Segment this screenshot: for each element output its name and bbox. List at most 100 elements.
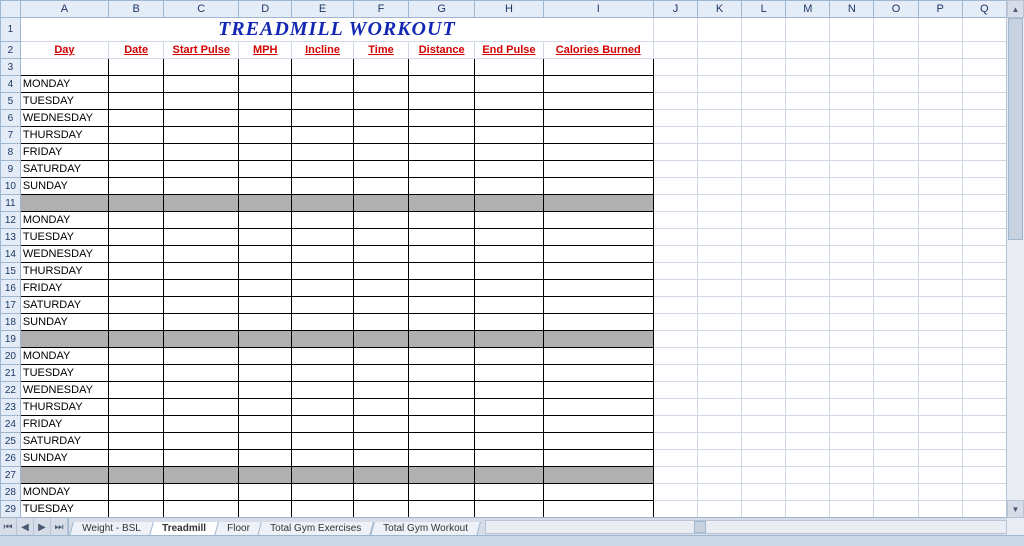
data-cell[interactable] bbox=[239, 467, 292, 484]
cell[interactable] bbox=[830, 365, 874, 382]
cell[interactable] bbox=[698, 399, 742, 416]
day-cell[interactable]: MONDAY bbox=[20, 212, 108, 229]
cell[interactable] bbox=[653, 331, 697, 348]
cell[interactable] bbox=[653, 433, 697, 450]
cell[interactable] bbox=[653, 365, 697, 382]
cell[interactable] bbox=[918, 42, 962, 59]
data-cell[interactable] bbox=[20, 467, 108, 484]
data-cell[interactable] bbox=[292, 416, 354, 433]
data-cell[interactable] bbox=[109, 416, 164, 433]
data-cell[interactable] bbox=[409, 467, 475, 484]
day-cell[interactable]: THURSDAY bbox=[20, 399, 108, 416]
row-header-9[interactable]: 9 bbox=[1, 161, 21, 178]
data-cell[interactable] bbox=[353, 127, 408, 144]
day-cell[interactable]: MONDAY bbox=[20, 484, 108, 501]
cell[interactable] bbox=[874, 76, 918, 93]
day-cell[interactable]: SUNDAY bbox=[20, 450, 108, 467]
cell[interactable] bbox=[786, 18, 830, 42]
cell[interactable] bbox=[918, 314, 962, 331]
data-cell[interactable] bbox=[292, 229, 354, 246]
data-cell[interactable] bbox=[292, 365, 354, 382]
data-cell[interactable] bbox=[292, 314, 354, 331]
data-cell[interactable] bbox=[109, 229, 164, 246]
data-cell[interactable] bbox=[409, 195, 475, 212]
data-cell[interactable] bbox=[543, 246, 653, 263]
cell[interactable] bbox=[918, 263, 962, 280]
data-cell[interactable] bbox=[543, 110, 653, 127]
data-cell[interactable] bbox=[409, 178, 475, 195]
cell[interactable] bbox=[653, 484, 697, 501]
data-cell[interactable] bbox=[353, 178, 408, 195]
data-cell[interactable] bbox=[543, 178, 653, 195]
data-cell[interactable] bbox=[292, 501, 354, 518]
day-cell[interactable]: WEDNESDAY bbox=[20, 382, 108, 399]
data-cell[interactable] bbox=[353, 263, 408, 280]
column-header-N[interactable]: N bbox=[830, 1, 874, 18]
data-cell[interactable] bbox=[543, 467, 653, 484]
data-cell[interactable] bbox=[239, 280, 292, 297]
cell[interactable] bbox=[918, 382, 962, 399]
cell[interactable] bbox=[786, 93, 830, 110]
header-cell-calories-burned[interactable]: Calories Burned bbox=[543, 42, 653, 59]
cell[interactable] bbox=[698, 42, 742, 59]
day-cell[interactable]: TUESDAY bbox=[20, 93, 108, 110]
header-cell-start-pulse[interactable]: Start Pulse bbox=[164, 42, 239, 59]
cell[interactable] bbox=[874, 195, 918, 212]
cell[interactable] bbox=[962, 433, 1006, 450]
cell[interactable] bbox=[653, 212, 697, 229]
cell[interactable] bbox=[874, 18, 918, 42]
cell[interactable] bbox=[830, 93, 874, 110]
cell[interactable] bbox=[742, 42, 786, 59]
cell[interactable] bbox=[830, 433, 874, 450]
cell[interactable] bbox=[830, 263, 874, 280]
data-cell[interactable] bbox=[543, 314, 653, 331]
cell[interactable] bbox=[962, 229, 1006, 246]
data-cell[interactable] bbox=[475, 229, 543, 246]
cell[interactable] bbox=[874, 110, 918, 127]
tab-nav-first[interactable]: ⏮ bbox=[0, 518, 17, 536]
data-cell[interactable] bbox=[353, 467, 408, 484]
row-header-6[interactable]: 6 bbox=[1, 110, 21, 127]
cell[interactable] bbox=[786, 501, 830, 518]
cell[interactable] bbox=[653, 161, 697, 178]
data-cell[interactable] bbox=[353, 161, 408, 178]
cell[interactable] bbox=[742, 76, 786, 93]
data-cell[interactable] bbox=[409, 229, 475, 246]
data-cell[interactable] bbox=[164, 314, 239, 331]
data-cell[interactable] bbox=[409, 433, 475, 450]
cell[interactable] bbox=[786, 212, 830, 229]
data-cell[interactable] bbox=[164, 280, 239, 297]
day-cell[interactable]: SATURDAY bbox=[20, 161, 108, 178]
data-cell[interactable] bbox=[409, 110, 475, 127]
cell[interactable] bbox=[830, 382, 874, 399]
cell[interactable] bbox=[698, 314, 742, 331]
cell[interactable] bbox=[742, 110, 786, 127]
data-cell[interactable] bbox=[164, 229, 239, 246]
cell[interactable] bbox=[962, 263, 1006, 280]
data-cell[interactable] bbox=[109, 195, 164, 212]
data-cell[interactable] bbox=[475, 348, 543, 365]
data-cell[interactable] bbox=[239, 331, 292, 348]
cell[interactable] bbox=[874, 399, 918, 416]
cell[interactable] bbox=[874, 127, 918, 144]
cell[interactable] bbox=[742, 59, 786, 76]
cell[interactable] bbox=[698, 263, 742, 280]
data-cell[interactable] bbox=[353, 433, 408, 450]
row-header-28[interactable]: 28 bbox=[1, 484, 21, 501]
row-header-25[interactable]: 25 bbox=[1, 433, 21, 450]
data-cell[interactable] bbox=[475, 280, 543, 297]
cell[interactable] bbox=[918, 76, 962, 93]
day-cell[interactable]: SUNDAY bbox=[20, 314, 108, 331]
data-cell[interactable] bbox=[109, 450, 164, 467]
cell[interactable] bbox=[962, 127, 1006, 144]
cell[interactable] bbox=[742, 297, 786, 314]
cell[interactable] bbox=[874, 212, 918, 229]
data-cell[interactable] bbox=[475, 365, 543, 382]
cell[interactable] bbox=[962, 161, 1006, 178]
cell[interactable] bbox=[698, 416, 742, 433]
cell[interactable] bbox=[653, 314, 697, 331]
data-cell[interactable] bbox=[475, 195, 543, 212]
header-cell-incline[interactable]: Incline bbox=[292, 42, 354, 59]
cell[interactable] bbox=[830, 178, 874, 195]
data-cell[interactable] bbox=[409, 161, 475, 178]
